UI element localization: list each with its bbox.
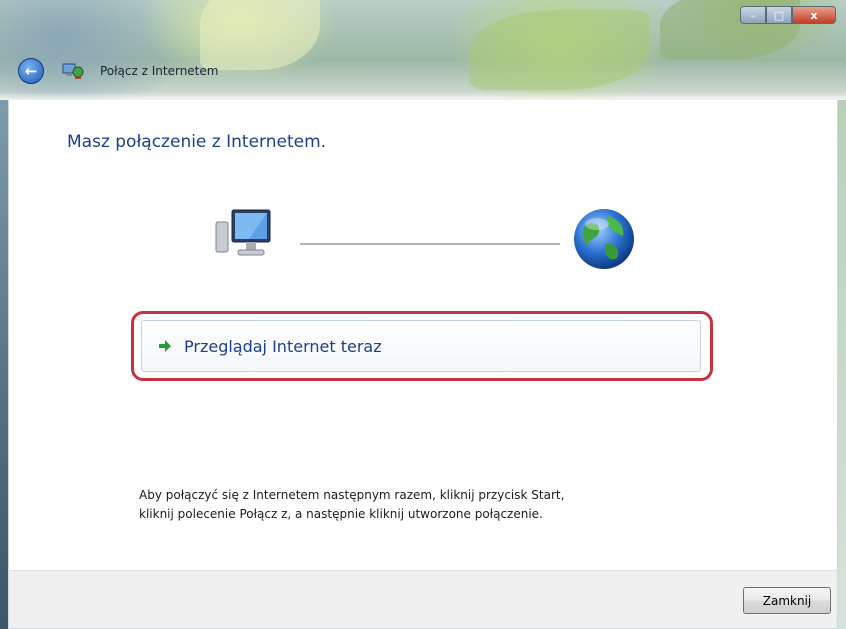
content-area: Masz połączenie z Internetem. Przeglądaj… (8, 100, 838, 570)
minimize-button[interactable]: – (740, 6, 766, 24)
browse-internet-label: Przeglądaj Internet teraz (184, 336, 382, 356)
info-text-line-2: kliknij polecenie Połącz z, a następnie … (139, 507, 543, 521)
network-connection-icon (62, 61, 84, 81)
computer-icon (214, 208, 274, 264)
background-leaf (470, 10, 650, 90)
title-bar: – □ x ← Połącz z Internetem (0, 0, 846, 100)
info-text: Aby połączyć się z Internetem następnym … (139, 486, 699, 524)
maximize-button[interactable]: □ (766, 6, 792, 24)
window-right-border (838, 100, 846, 629)
background-leaf (200, 0, 320, 70)
info-text-line-1: Aby połączyć się z Internetem następnym … (139, 488, 565, 502)
window-left-border (0, 100, 8, 629)
close-window-button[interactable]: x (792, 6, 836, 24)
back-button[interactable]: ← (18, 58, 44, 84)
window-title: Połącz z Internetem (100, 64, 219, 78)
green-arrow-icon (159, 340, 171, 352)
connect-to-internet-window: – □ x ← Połącz z Internetem Masz połącze… (0, 0, 846, 629)
browse-internet-link[interactable]: Przeglądaj Internet teraz (141, 320, 701, 372)
globe-icon (571, 206, 637, 272)
page-heading: Masz połączenie z Internetem. (67, 132, 327, 152)
footer-bar: Zamknij (8, 570, 838, 629)
caption-buttons: – □ x (740, 6, 836, 24)
close-button[interactable]: Zamknij (743, 587, 831, 614)
connection-line (300, 243, 560, 245)
